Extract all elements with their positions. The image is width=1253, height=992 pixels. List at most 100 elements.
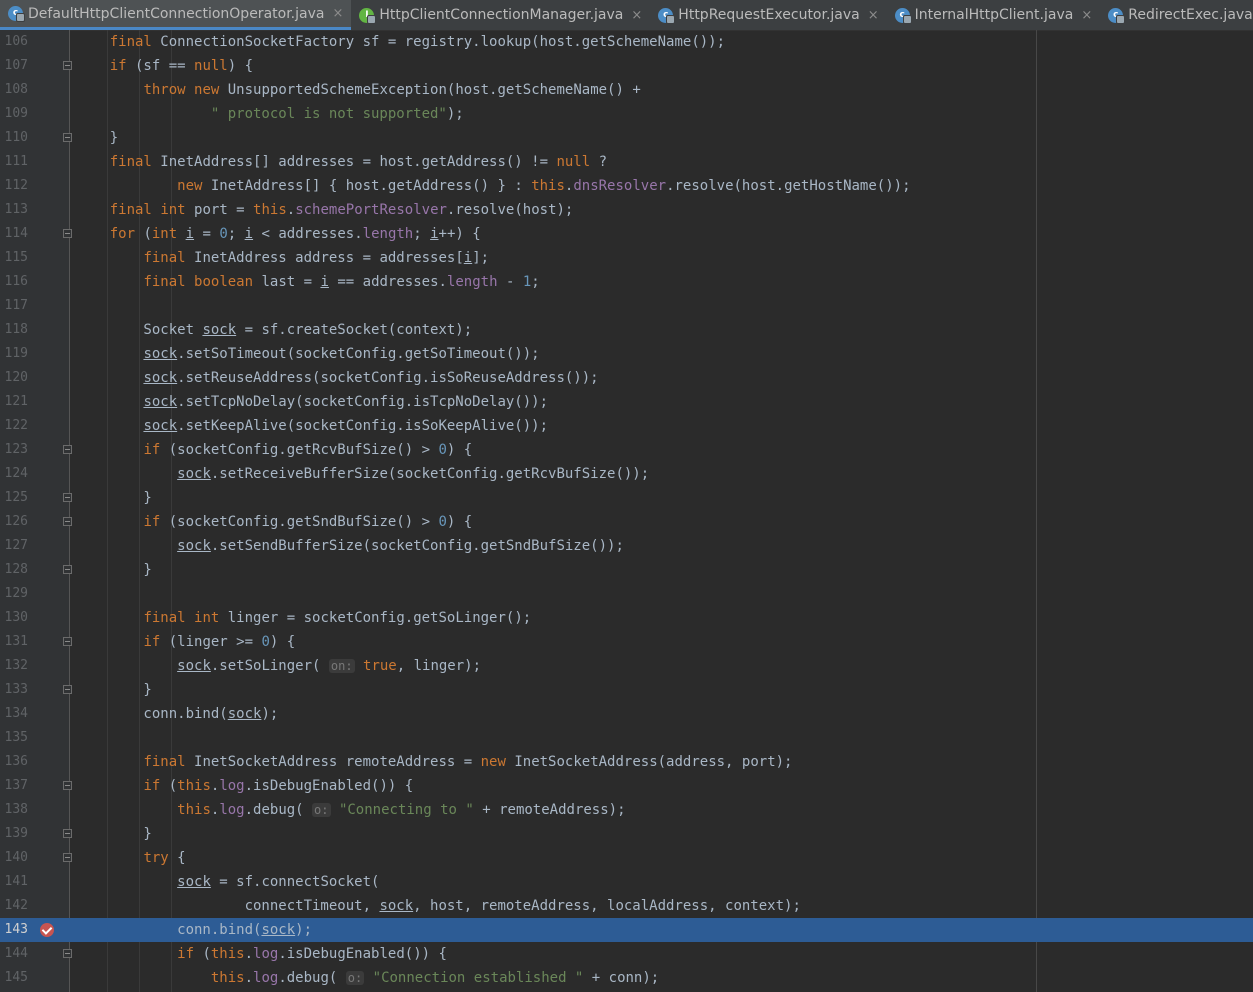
code-text[interactable]: } [76, 822, 151, 846]
fold-collapse-icon[interactable] [63, 445, 72, 454]
close-icon[interactable]: × [868, 8, 879, 23]
code-text[interactable]: conn.bind(sock); [76, 702, 278, 726]
code-text[interactable]: new InetAddress[] { host.getAddress() } … [76, 174, 910, 198]
line-number[interactable]: 136 [0, 750, 28, 774]
line-number[interactable]: 132 [0, 654, 28, 678]
fold-collapse-icon[interactable] [63, 517, 72, 526]
line-number[interactable]: 117 [0, 294, 28, 318]
code-line[interactable]: 123 if (socketConfig.getRcvBufSize() > 0… [0, 438, 1253, 462]
code-text[interactable]: try { [76, 846, 185, 870]
fold-collapse-icon[interactable] [63, 781, 72, 790]
code-line[interactable]: 131 if (linger >= 0) { [0, 630, 1253, 654]
fold-collapse-icon[interactable] [63, 637, 72, 646]
code-text[interactable]: if (linger >= 0) { [76, 630, 295, 654]
code-text[interactable]: if (sf == null) { [76, 54, 253, 78]
line-number[interactable]: 123 [0, 438, 28, 462]
line-number[interactable]: 145 [0, 966, 28, 990]
code-line[interactable]: 125 } [0, 486, 1253, 510]
line-number[interactable]: 118 [0, 318, 28, 342]
code-text[interactable]: if (this.log.isDebugEnabled()) { [76, 942, 447, 966]
code-line[interactable]: 119 sock.setSoTimeout(socketConfig.getSo… [0, 342, 1253, 366]
code-text[interactable]: if (this.log.isDebugEnabled()) { [76, 774, 413, 798]
line-number[interactable]: 137 [0, 774, 28, 798]
code-text[interactable]: final ConnectionSocketFactory sf = regis… [76, 30, 725, 54]
code-line[interactable]: 134 conn.bind(sock); [0, 702, 1253, 726]
code-text[interactable]: final boolean last = i == addresses.leng… [76, 270, 539, 294]
tab-http-client-connection-manager[interactable]: I HttpClientConnectionManager.java × [351, 0, 650, 30]
close-icon[interactable]: × [631, 8, 642, 23]
code-text[interactable]: if (socketConfig.getSndBufSize() > 0) { [76, 510, 472, 534]
line-number[interactable]: 116 [0, 270, 28, 294]
code-line[interactable]: 128 } [0, 558, 1253, 582]
code-text[interactable]: sock.setReuseAddress(socketConfig.isSoRe… [76, 366, 598, 390]
code-line[interactable]: 120 sock.setReuseAddress(socketConfig.is… [0, 366, 1253, 390]
tab-http-request-executor[interactable]: c HttpRequestExecutor.java × [650, 0, 886, 30]
line-number[interactable]: 111 [0, 150, 28, 174]
code-line[interactable]: 113 final int port = this.schemePortReso… [0, 198, 1253, 222]
code-text[interactable]: sock.setKeepAlive(socketConfig.isSoKeepA… [76, 414, 548, 438]
code-line[interactable]: 108 throw new UnsupportedSchemeException… [0, 78, 1253, 102]
code-line[interactable]: 133 } [0, 678, 1253, 702]
code-text[interactable]: " protocol is not supported"); [76, 102, 464, 126]
line-number[interactable]: 125 [0, 486, 28, 510]
line-number[interactable]: 126 [0, 510, 28, 534]
code-text[interactable]: throw new UnsupportedSchemeException(hos… [76, 78, 640, 102]
code-text[interactable]: sock.setReceiveBufferSize(socketConfig.g… [76, 462, 649, 486]
code-line[interactable]: 135 [0, 726, 1253, 750]
line-number[interactable]: 113 [0, 198, 28, 222]
fold-collapse-icon[interactable] [63, 949, 72, 958]
line-number[interactable]: 106 [0, 30, 28, 54]
code-line[interactable]: 124 sock.setReceiveBufferSize(socketConf… [0, 462, 1253, 486]
code-text[interactable]: final InetAddress address = addresses[i]… [76, 246, 489, 270]
code-line[interactable]: 132 sock.setSoLinger( on: true, linger); [0, 654, 1253, 678]
code-line[interactable]: 106 final ConnectionSocketFactory sf = r… [0, 30, 1253, 54]
line-number[interactable]: 134 [0, 702, 28, 726]
line-number[interactable]: 128 [0, 558, 28, 582]
code-line[interactable]: 112 new InetAddress[] { host.getAddress(… [0, 174, 1253, 198]
tab-internal-http-client[interactable]: c InternalHttpClient.java × [887, 0, 1101, 30]
code-text[interactable]: } [76, 126, 118, 150]
line-number[interactable]: 144 [0, 942, 28, 966]
line-number[interactable]: 121 [0, 390, 28, 414]
code-text[interactable]: } [76, 678, 151, 702]
code-editor[interactable]: 106 final ConnectionSocketFactory sf = r… [0, 30, 1253, 992]
code-line[interactable]: 145 this.log.debug( o: "Connection estab… [0, 966, 1253, 990]
code-text[interactable]: for (int i = 0; i < addresses.length; i+… [76, 222, 481, 246]
code-line[interactable]: 144 if (this.log.isDebugEnabled()) { [0, 942, 1253, 966]
code-line[interactable]: 138 this.log.debug( o: "Connecting to " … [0, 798, 1253, 822]
line-number[interactable]: 139 [0, 822, 28, 846]
code-line[interactable]: 107 if (sf == null) { [0, 54, 1253, 78]
code-line[interactable]: 114 for (int i = 0; i < addresses.length… [0, 222, 1253, 246]
line-number[interactable]: 130 [0, 606, 28, 630]
code-text[interactable]: sock = sf.connectSocket( [76, 870, 379, 894]
code-line[interactable]: 140 try { [0, 846, 1253, 870]
code-line[interactable]: 129 [0, 582, 1253, 606]
fold-end-icon[interactable] [63, 493, 72, 502]
code-line[interactable]: 127 sock.setSendBufferSize(socketConfig.… [0, 534, 1253, 558]
fold-collapse-icon[interactable] [63, 853, 72, 862]
code-text[interactable]: this.log.debug( o: "Connection establish… [76, 966, 659, 990]
line-number[interactable]: 141 [0, 870, 28, 894]
code-line[interactable]: 118 Socket sock = sf.createSocket(contex… [0, 318, 1253, 342]
code-text[interactable]: sock.setTcpNoDelay(socketConfig.isTcpNoD… [76, 390, 548, 414]
fold-end-icon[interactable] [63, 565, 72, 574]
line-number[interactable]: 108 [0, 78, 28, 102]
line-number[interactable]: 133 [0, 678, 28, 702]
code-line[interactable]: 116 final boolean last = i == addresses.… [0, 270, 1253, 294]
line-number[interactable]: 129 [0, 582, 28, 606]
line-number[interactable]: 122 [0, 414, 28, 438]
code-line[interactable]: 136 final InetSocketAddress remoteAddres… [0, 750, 1253, 774]
code-line[interactable]: 126 if (socketConfig.getSndBufSize() > 0… [0, 510, 1253, 534]
code-text[interactable]: conn.bind(sock); [76, 918, 312, 942]
code-line[interactable]: 121 sock.setTcpNoDelay(socketConfig.isTc… [0, 390, 1253, 414]
line-number[interactable]: 107 [0, 54, 28, 78]
code-line[interactable]: 110 } [0, 126, 1253, 150]
code-line[interactable]: 143 conn.bind(sock); [0, 918, 1253, 942]
line-number[interactable]: 112 [0, 174, 28, 198]
code-text[interactable]: if (socketConfig.getRcvBufSize() > 0) { [76, 438, 472, 462]
line-number[interactable]: 135 [0, 726, 28, 750]
code-line[interactable]: 111 final InetAddress[] addresses = host… [0, 150, 1253, 174]
line-number[interactable]: 124 [0, 462, 28, 486]
code-line[interactable]: 117 [0, 294, 1253, 318]
line-number[interactable]: 119 [0, 342, 28, 366]
